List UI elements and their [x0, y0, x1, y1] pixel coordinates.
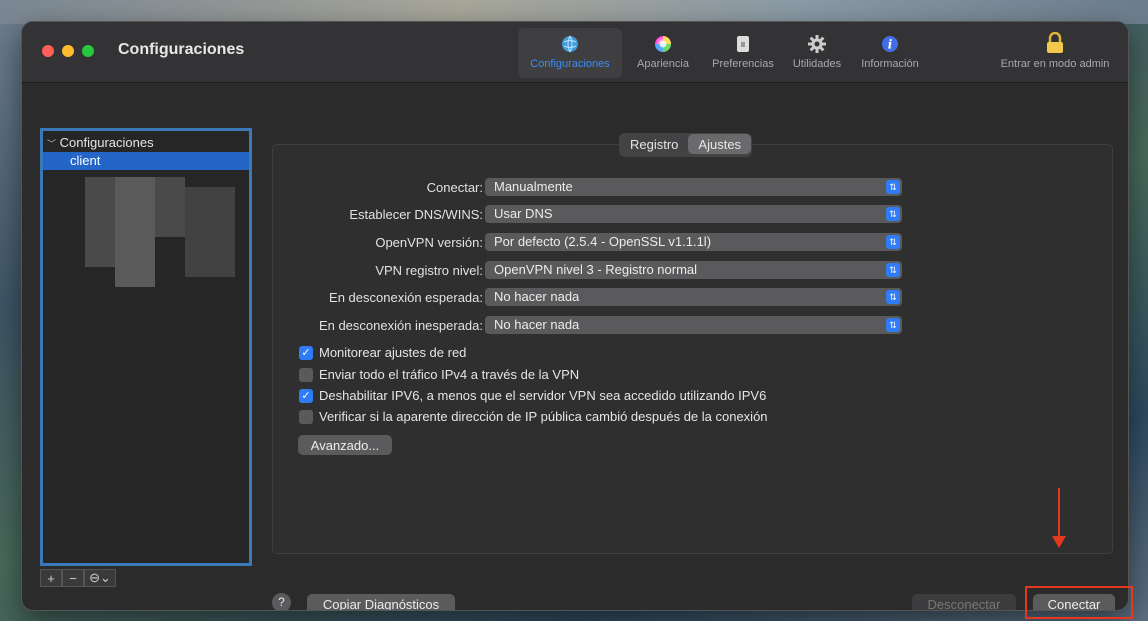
updown-arrow-icon: ⇅: [886, 290, 900, 304]
toolbar-label: Utilidades: [792, 58, 842, 70]
tab-selector: Registro Ajustes: [619, 133, 753, 157]
info-icon: i: [882, 36, 898, 52]
setting-label: En desconexión esperada:: [329, 290, 483, 305]
sidebar-item-client[interactable]: client: [43, 152, 249, 170]
window-title: Configuraciones: [118, 41, 245, 58]
select-value: No hacer nada: [494, 289, 580, 304]
annotation-arrow-icon: [1052, 536, 1066, 548]
checkbox-label: Verificar si la aparente dirección de IP…: [319, 409, 768, 424]
checkbox-label: Enviar todo el tráfico IPv4 a través de …: [319, 367, 580, 382]
updown-arrow-icon: ⇅: [886, 318, 900, 332]
select-value: OpenVPN nivel 3 - Registro normal: [494, 262, 698, 277]
sidebar-toolbar: + − ⊖⌄: [40, 569, 116, 589]
tab-configuraciones[interactable]: Configuraciones: [518, 28, 622, 78]
setting-label: VPN registro nivel:: [375, 263, 483, 278]
checkbox-label: Monitorear ajustes de red: [319, 345, 467, 360]
titlebar: Configuraciones Configuraciones Aparienc…: [22, 22, 1128, 83]
sidebar-group-configuraciones[interactable]: ﹀ Configuraciones: [47, 135, 154, 150]
tab-preferencias[interactable]: Preferencias: [702, 28, 784, 78]
zoom-window-button[interactable]: [82, 45, 94, 57]
minimize-window-button[interactable]: [62, 45, 74, 57]
tab-apariencia[interactable]: Apariencia: [628, 28, 698, 78]
updown-arrow-icon: ⇅: [886, 235, 900, 249]
admin-mode-button[interactable]: Entrar en modo admin: [990, 28, 1120, 78]
globe-icon: [562, 35, 578, 53]
help-button[interactable]: ?: [272, 593, 291, 610]
advanced-button[interactable]: Avanzado...: [298, 435, 392, 455]
tab-ajustes[interactable]: Ajustes: [688, 134, 752, 154]
checkbox-box[interactable]: [299, 410, 313, 424]
setting-label: OpenVPN versión:: [375, 235, 483, 250]
add-configuration-button[interactable]: +: [40, 569, 62, 587]
redacted-item: [85, 177, 115, 267]
toolbar-label: Apariencia: [637, 58, 689, 70]
setting-label: Establecer DNS/WINS:: [349, 207, 483, 222]
sidebar-item-label: client: [70, 153, 101, 168]
checkbox-box[interactable]: [299, 368, 313, 382]
log-level-select[interactable]: OpenVPN nivel 3 - Registro normal ⇅: [485, 261, 902, 279]
sidebar-group-label: Configuraciones: [59, 135, 154, 150]
redacted-item: [185, 187, 235, 277]
annotation-highlight-box: [1025, 586, 1133, 619]
desktop-wallpaper: [0, 0, 1148, 24]
select-value: Manualmente: [494, 179, 573, 194]
expected-disconnect-select[interactable]: No hacer nada ⇅: [485, 288, 902, 306]
disconnect-button[interactable]: Desconectar: [912, 594, 1016, 610]
updown-arrow-icon: ⇅: [886, 207, 900, 221]
updown-arrow-icon: ⇅: [886, 263, 900, 277]
configurations-list[interactable]: ﹀ Configuraciones client: [40, 128, 252, 566]
switch-icon: [737, 36, 749, 52]
select-value: Por defecto (2.5.4 - OpenSSL v1.1.1l): [494, 234, 712, 249]
tab-informacion[interactable]: i Información: [852, 28, 928, 78]
lock-icon: [1047, 32, 1063, 53]
checkbox-label: Deshabilitar IPV6, a menos que el servid…: [319, 388, 767, 403]
admin-mode-label: Entrar en modo admin: [1000, 58, 1110, 70]
app-window: Configuraciones Configuraciones Aparienc…: [22, 22, 1128, 610]
select-value: No hacer nada: [494, 317, 580, 332]
toolbar-label: Información: [861, 58, 919, 70]
unexpected-disconnect-select[interactable]: No hacer nada ⇅: [485, 316, 902, 334]
annotation-arrow-line: [1058, 488, 1060, 540]
chevron-down-icon: ﹀: [47, 139, 57, 149]
svg-text:i: i: [888, 38, 893, 52]
tab-utilidades[interactable]: Utilidades: [786, 28, 848, 78]
connect-mode-select[interactable]: Manualmente ⇅: [485, 178, 902, 196]
checkmark-icon[interactable]: ✓: [299, 346, 313, 360]
gear-icon: [808, 35, 826, 53]
tab-registro[interactable]: Registro: [620, 134, 688, 154]
toolbar-label: Configuraciones: [530, 58, 610, 70]
redacted-item: [155, 177, 185, 237]
redacted-item: [115, 177, 155, 287]
actions-menu-button[interactable]: ⊖⌄: [84, 569, 116, 587]
setting-label: Conectar:: [426, 180, 483, 195]
color-wheel-icon: [655, 36, 671, 52]
checkmark-icon[interactable]: ✓: [299, 389, 313, 403]
select-value: Usar DNS: [494, 206, 553, 221]
updown-arrow-icon: ⇅: [886, 180, 900, 194]
toolbar-label: Preferencias: [712, 58, 774, 70]
close-window-button[interactable]: [42, 45, 54, 57]
copy-diagnostics-button[interactable]: Copiar Diagnósticos: [307, 594, 455, 610]
remove-configuration-button[interactable]: −: [62, 569, 84, 587]
setting-label: En desconexión inesperada:: [318, 318, 483, 333]
openvpn-version-select[interactable]: Por defecto (2.5.4 - OpenSSL v1.1.1l) ⇅: [485, 233, 902, 251]
dns-wins-select[interactable]: Usar DNS ⇅: [485, 205, 902, 223]
